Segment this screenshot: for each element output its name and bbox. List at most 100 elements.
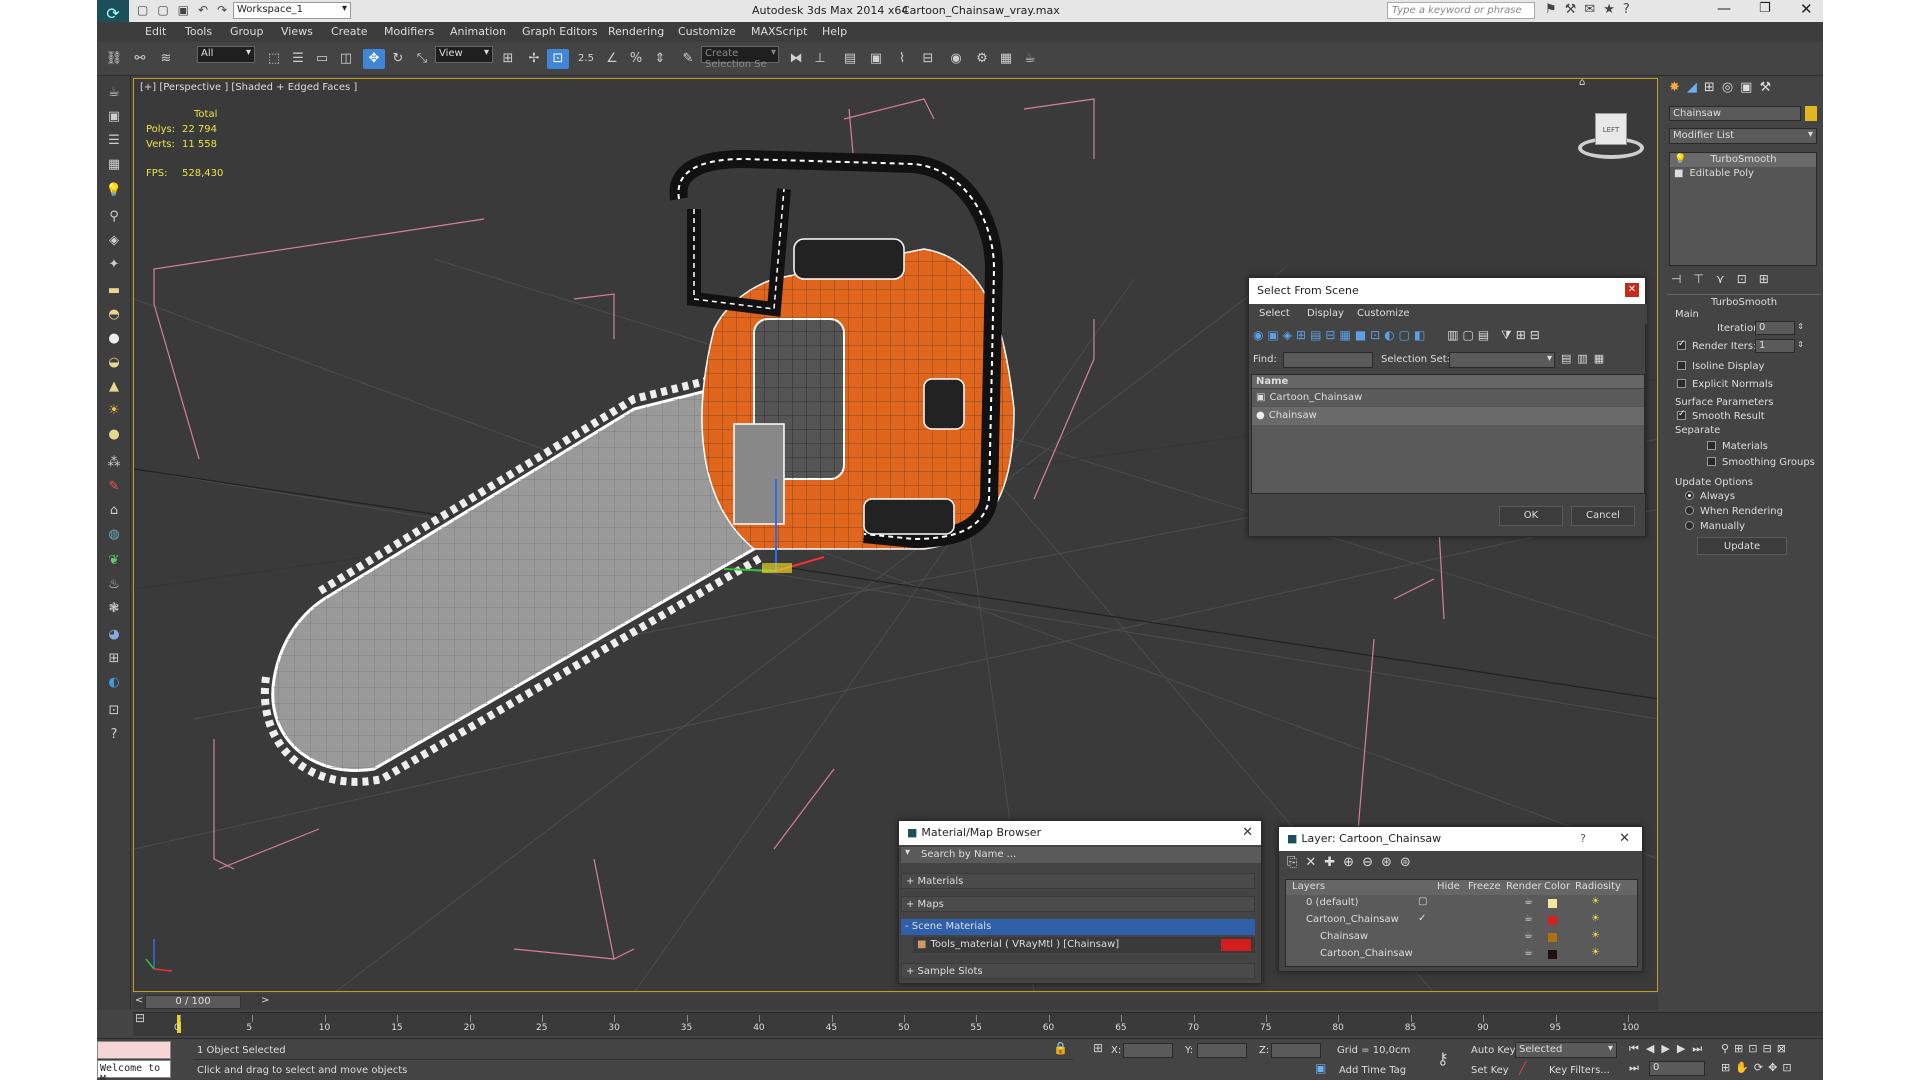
menu-rendering[interactable]: Rendering <box>608 25 664 38</box>
keyboard-shortcut-icon[interactable]: ⊡ <box>547 49 569 69</box>
render-frame-icon[interactable]: ▦ <box>995 49 1017 69</box>
set-key-button[interactable]: Set Key <box>1471 1065 1509 1076</box>
create-tab-icon[interactable]: ✸ <box>1669 80 1687 95</box>
menu-edit[interactable]: Edit <box>145 25 166 38</box>
filter-icons[interactable]: ◉▣◈⊞▤⊟▦■⊡◐▢◧ <box>1253 328 1429 342</box>
menu-views[interactable]: Views <box>281 25 313 38</box>
command-panel-tabs[interactable]: ✸◢⊞◎▣⚒ <box>1669 80 1819 100</box>
sun-icon[interactable]: ☀ <box>103 400 125 422</box>
time-slider[interactable]: < 0 / 100 > <box>133 994 1658 1010</box>
stack-item-editable-poly[interactable]: ■ Editable Poly <box>1670 167 1816 181</box>
character-icon[interactable]: ⌂ <box>103 500 125 522</box>
z-field[interactable] <box>1271 1043 1321 1058</box>
list-item[interactable]: ▣ Cartoon_Chainsaw <box>1252 389 1644 407</box>
cancel-button[interactable]: Cancel <box>1571 506 1635 526</box>
close-icon[interactable]: ✕ <box>1242 825 1253 840</box>
expand-icon[interactable]: ■ <box>1674 168 1683 179</box>
schematic-icon[interactable]: ⊟ <box>917 49 939 69</box>
close-icon[interactable]: ✕ <box>1800 0 1813 18</box>
time-tag-icon[interactable]: ▣ <box>1315 1061 1326 1075</box>
hemisphere-icon[interactable]: ◒ <box>103 352 125 374</box>
pin-icon[interactable]: ⊣ <box>1671 272 1693 286</box>
current-layer-checkmark[interactable]: ✓ <box>1418 913 1426 924</box>
light-icon[interactable]: 💡 <box>103 180 125 202</box>
layer-color-swatch[interactable] <box>1548 933 1557 942</box>
manually-radio[interactable] <box>1685 521 1694 530</box>
layer-tool-icons[interactable]: ⎘✕✚⊕⊖⊛⊜ <box>1287 855 1419 870</box>
section-maps[interactable]: + Maps <box>901 896 1255 912</box>
smoothing-groups-row[interactable]: Smoothing Groups <box>1707 457 1815 468</box>
unique-icon[interactable]: ⋎ <box>1716 272 1737 286</box>
rotate-icon[interactable]: ↻ <box>387 49 409 69</box>
menu-group[interactable]: Group <box>230 25 264 38</box>
render-setup-icon[interactable]: ⚙ <box>971 49 993 69</box>
scene-explorer-icon[interactable]: ⊞ <box>103 648 125 670</box>
earth-icon[interactable]: ◍ <box>103 524 125 546</box>
menu-customize[interactable]: Customize <box>678 25 736 38</box>
prev-frame-icon[interactable]: < <box>135 995 143 1006</box>
percent-snap-icon[interactable]: % <box>625 49 647 69</box>
align-icon[interactable]: ⊥ <box>809 49 831 69</box>
manipulate-icon[interactable]: ✢ <box>523 49 545 69</box>
select-menu-customize[interactable]: Customize <box>1357 308 1410 319</box>
smoothing-groups-checkbox[interactable] <box>1707 457 1716 466</box>
select-menu-select[interactable]: Select <box>1259 308 1290 319</box>
material-search-input[interactable]: ▾ Search by Name ... <box>901 847 1261 863</box>
track-bar-icon[interactable]: ⊟ <box>135 1011 145 1025</box>
layer-manager-icon[interactable]: ▤ <box>839 49 861 69</box>
always-radio[interactable] <box>1685 491 1694 500</box>
move-icon[interactable]: ✥ <box>363 49 385 69</box>
infocenter-icons[interactable]: ⚑⚒✉★? <box>1545 2 1638 17</box>
window-crossing-icon[interactable]: ◫ <box>335 49 357 69</box>
layer-toolbar[interactable]: ⎘✕✚⊕⊖⊛⊜ <box>1287 855 1487 873</box>
menu-animation[interactable]: Animation <box>450 25 506 38</box>
rect-selection-icon[interactable]: ▭ <box>311 49 333 69</box>
modify-tab-icon[interactable]: ◢ <box>1687 80 1704 95</box>
configure-icon[interactable]: ⊞ <box>1759 272 1781 286</box>
stack-tools[interactable]: ⊣⊤⋎⊡⊞ <box>1671 272 1819 288</box>
when-rendering-radio[interactable] <box>1685 506 1694 515</box>
sphere-icon[interactable]: ● <box>103 328 125 350</box>
unlink-icon[interactable]: ⚯ <box>129 49 151 69</box>
teapot-icon[interactable]: ☕ <box>103 82 125 104</box>
render-icon[interactable]: ☕ <box>1019 49 1041 69</box>
spinner-snap-icon[interactable]: ⇕ <box>649 49 671 69</box>
display-icons[interactable]: ▥▢▤ ⧩⊞⊟ <box>1447 328 1544 342</box>
geosphere-icon[interactable]: ● <box>103 424 125 446</box>
menu-maxscript[interactable]: MAXScript <box>751 25 807 38</box>
time-slider-thumb[interactable]: 0 / 100 <box>145 995 241 1009</box>
layer-color-swatch[interactable] <box>1548 916 1557 925</box>
update-button[interactable]: Update <box>1697 537 1787 555</box>
close-icon[interactable]: ✕ <box>1625 283 1639 297</box>
utilities-tab-icon[interactable]: ⚒ <box>1759 80 1778 95</box>
next-frame-icon[interactable]: > <box>261 995 269 1006</box>
rollout-title[interactable]: TurboSmooth <box>1711 297 1777 308</box>
radiosity-icon[interactable]: ☀ <box>1591 930 1600 941</box>
render-icon[interactable]: ☕ <box>1524 930 1533 941</box>
remove-icon[interactable]: ⊡ <box>1737 272 1759 286</box>
matte-icon[interactable]: ◕ <box>103 624 125 646</box>
particles-icon[interactable]: ⁂ <box>103 452 125 474</box>
layer-color-swatch[interactable] <box>1548 899 1557 908</box>
table-row[interactable]: Chainsaw ☕ ☀ <box>1286 929 1637 946</box>
section-scene-materials[interactable]: - Scene Materials <box>901 919 1255 935</box>
motion-tab-icon[interactable]: ◎ <box>1722 80 1740 95</box>
cone-icon[interactable]: ▲ <box>103 376 125 398</box>
viewport-label[interactable]: [+] [Perspective ] [Shaded + Edged Faces… <box>140 82 357 93</box>
object-color-swatch[interactable] <box>1805 106 1817 121</box>
find-input[interactable] <box>1283 352 1373 368</box>
list-item[interactable]: ● Chainsaw <box>1252 407 1644 425</box>
viewport-nav-icons[interactable]: ⚲⊞⊡⊟⊠ <box>1721 1042 1791 1055</box>
cloth-icon[interactable]: ❃ <box>103 598 125 620</box>
explicit-normals-row[interactable]: Explicit Normals <box>1677 379 1773 390</box>
section-sample-slots[interactable]: + Sample Slots <box>901 963 1255 979</box>
key-filters-button[interactable]: Key Filters... <box>1549 1065 1610 1076</box>
selection-filter-combo[interactable]: All ▾ <box>197 46 255 63</box>
auto-key-button[interactable]: Auto Key <box>1471 1045 1516 1056</box>
menu-tools[interactable]: Tools <box>185 25 212 38</box>
render-iters-checkbox[interactable] <box>1677 339 1686 350</box>
link-icon[interactable]: ⛓ <box>103 49 125 69</box>
snap-toggle-icon[interactable]: 2.5 <box>575 49 597 69</box>
name-header[interactable]: Name <box>1252 375 1644 389</box>
set-key-icon[interactable]: ╱ <box>1519 1061 1526 1075</box>
